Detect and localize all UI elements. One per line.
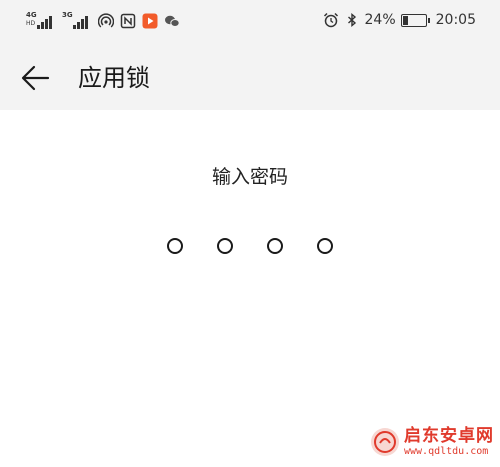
pin-dot — [217, 238, 233, 254]
watermark-title: 启东安卓网 — [404, 426, 494, 447]
clock: 20:05 — [435, 12, 476, 28]
battery-percent: 24% — [364, 12, 396, 28]
status-bar-left: 4G HD 3G — [26, 12, 180, 30]
signal-hd-label: HD — [26, 20, 36, 27]
bluetooth-icon — [347, 13, 356, 27]
pin-dot — [317, 238, 333, 254]
signal-3g-icon: 3G — [62, 12, 92, 30]
arrow-left-icon[interactable] — [18, 62, 54, 94]
watermark-logo-icon — [371, 428, 399, 456]
status-bar: 4G HD 3G 24% 20:05 — [0, 0, 500, 44]
alarm-icon — [323, 12, 338, 28]
password-prompt: 输入密码 — [211, 166, 288, 188]
pin-dot — [167, 238, 183, 254]
toolbar: 应用锁 — [0, 52, 500, 104]
pin-indicator — [0, 238, 500, 254]
watermark-url: www.qdltdu.com — [404, 445, 489, 457]
wechat-icon — [165, 15, 180, 27]
signal-4g-label: 4G — [26, 11, 37, 19]
battery-icon — [400, 13, 430, 27]
header-area: 4G HD 3G 24% 20:05 应用锁 — [0, 0, 500, 110]
page-title: 应用锁 — [78, 64, 150, 92]
video-app-icon — [142, 13, 158, 29]
pin-dot — [267, 238, 283, 254]
signal-3g-label: 3G — [62, 11, 73, 19]
status-bar-right: 24% 20:05 — [323, 12, 476, 28]
watermark: 启东安卓网 www.qdltdu.com — [370, 427, 494, 457]
hotspot-icon — [98, 13, 114, 28]
nfc-icon — [120, 13, 136, 29]
signal-4g-icon: 4G HD — [26, 12, 56, 30]
